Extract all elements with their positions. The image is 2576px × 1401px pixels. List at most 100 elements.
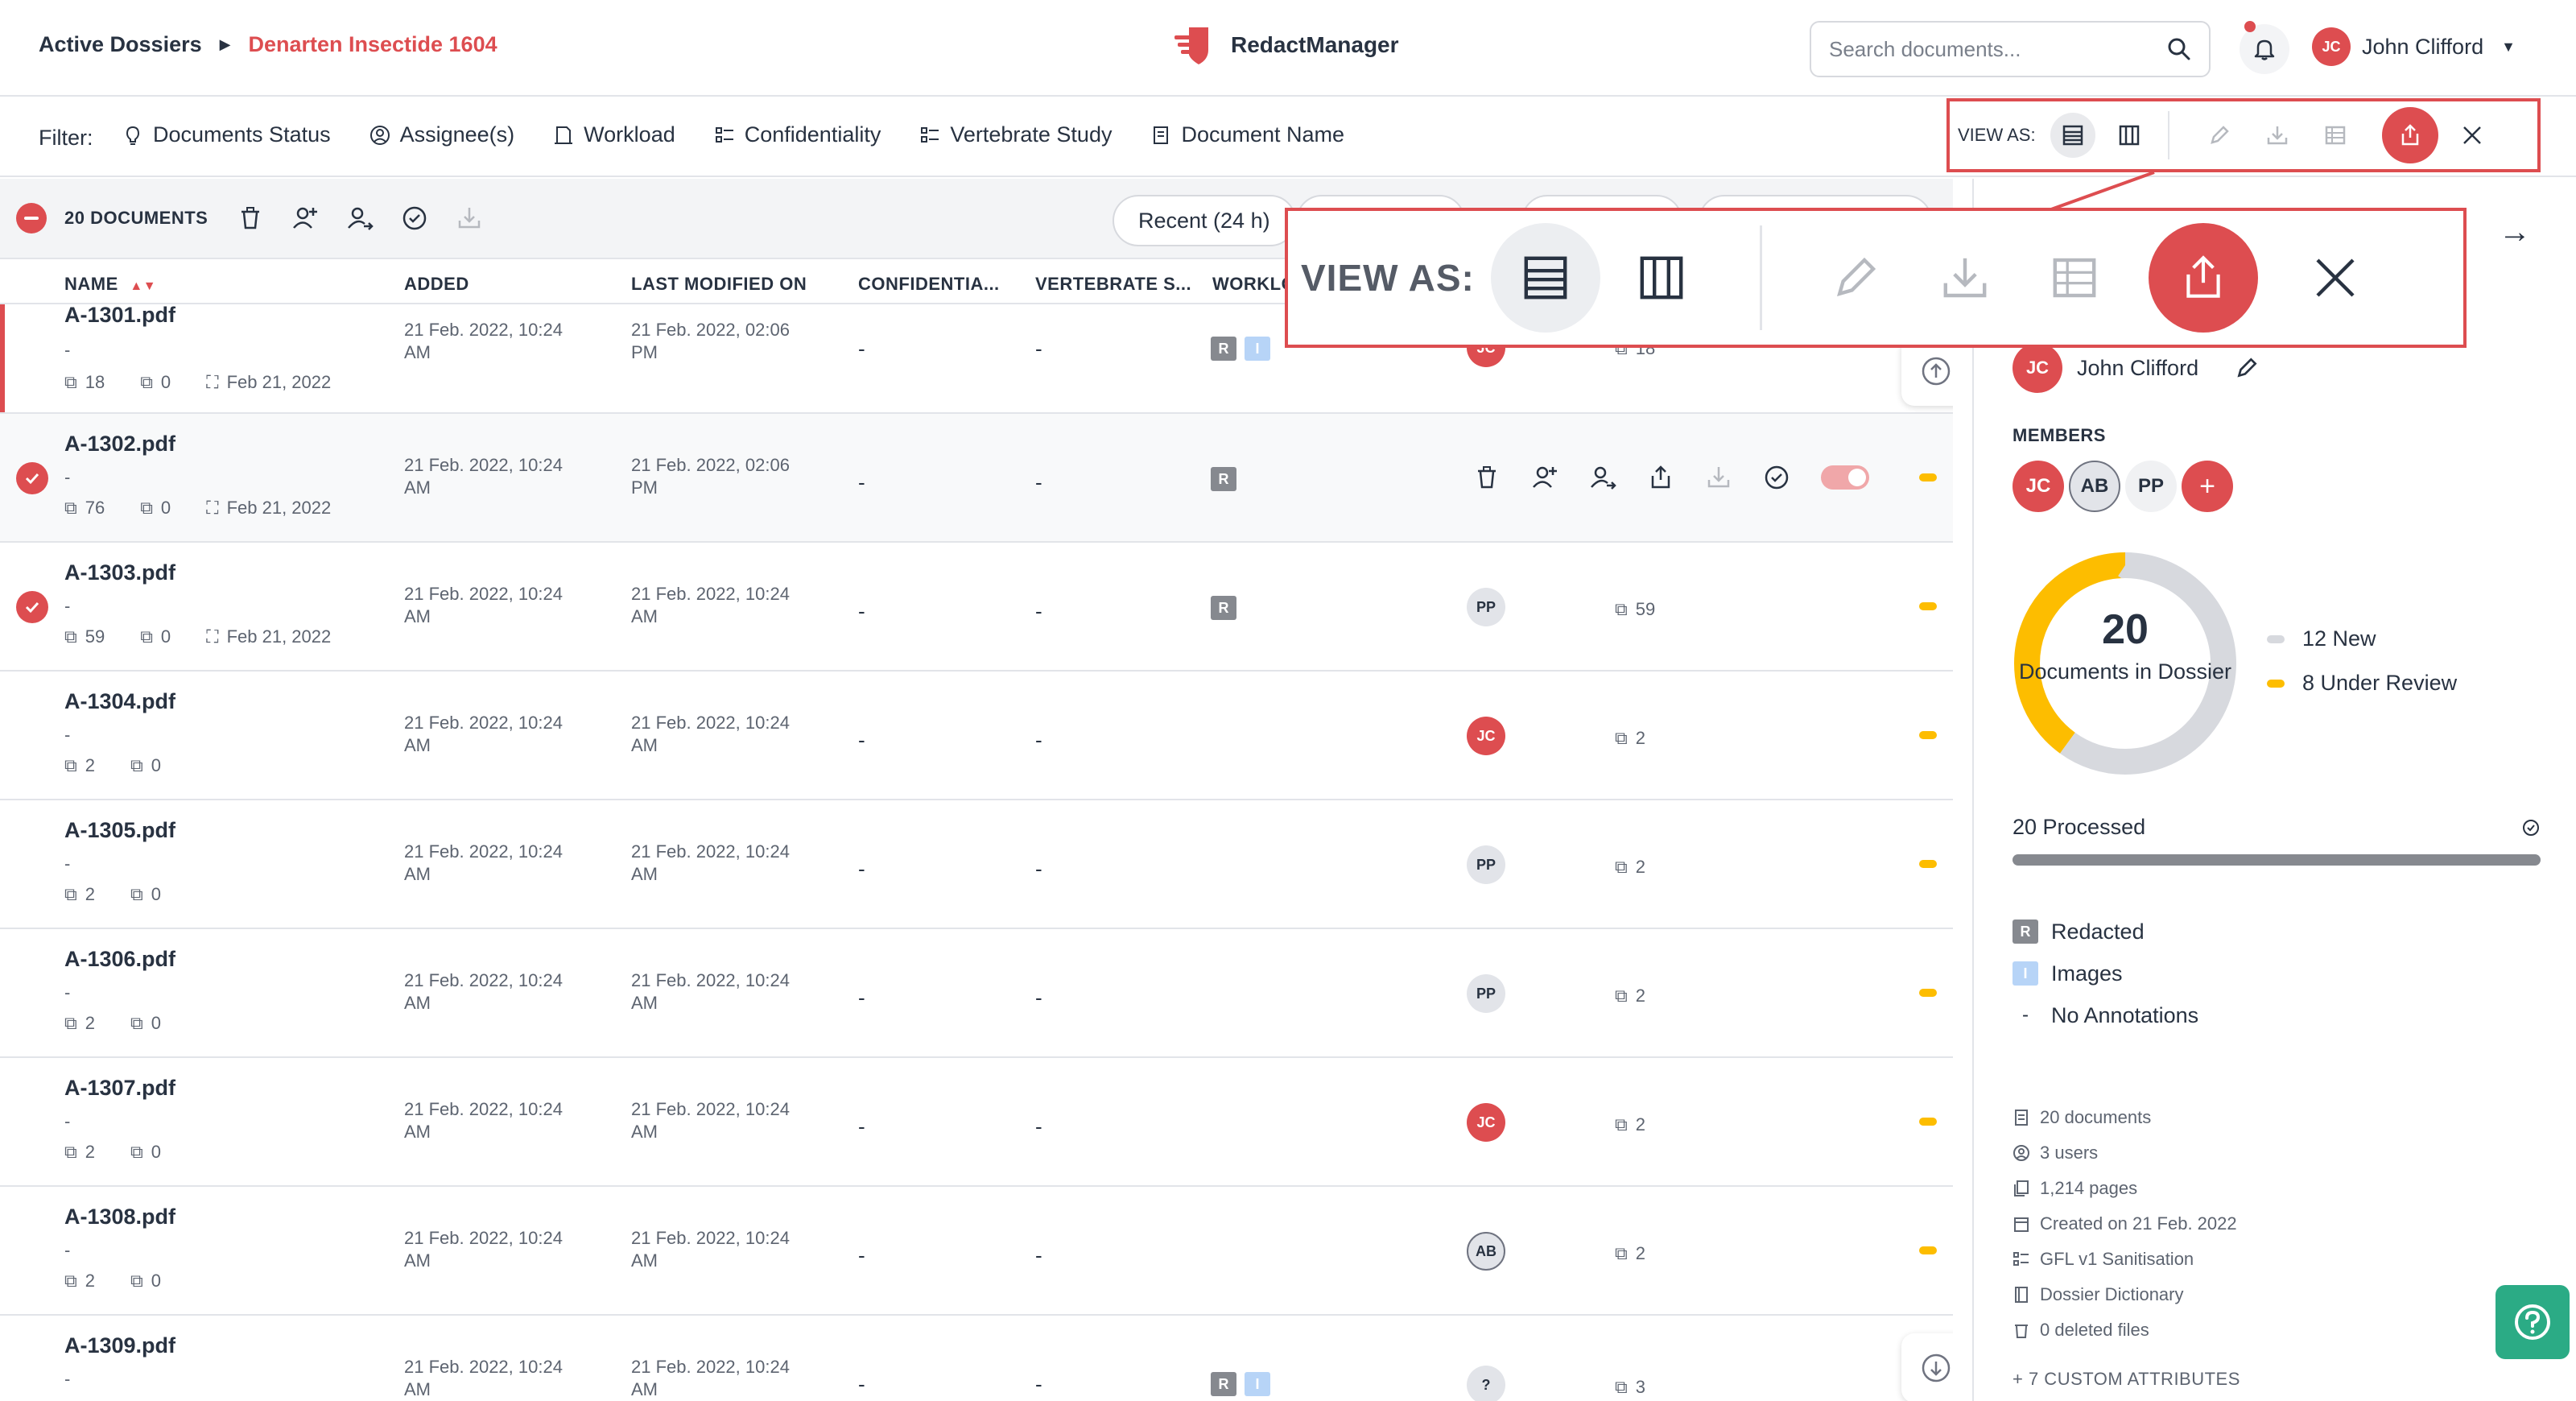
pages-icon: ⧉ [64, 1013, 77, 1033]
column-workload[interactable]: WORKLO [1212, 274, 1295, 295]
vertebrate-value: - [1035, 1114, 1042, 1139]
donut-legend: 12 New 8 Under Review [2267, 626, 2457, 715]
modified-date: 21 Feb. 2022, 10:24 AM [631, 1357, 790, 1399]
table-row[interactable]: A-1304.pdf - ⧉ 2 ⧉ 0 21 Feb. 2022, 10:24 A… [0, 672, 1953, 800]
status-indicator [1919, 1118, 1937, 1126]
dossier-stats: 20 documents 3 users 1,214 pages Created… [2013, 1100, 2237, 1348]
custom-attributes-link[interactable]: + 7 CUSTOM ATTRIBUTES [2013, 1369, 2240, 1390]
total-documents-label: Documents in Dossier [2018, 659, 2232, 684]
add-member-button[interactable]: + [2182, 461, 2233, 512]
pages-icon: ⧉ [1615, 1114, 1628, 1134]
row-marker [0, 304, 5, 412]
member-avatar[interactable]: PP [2125, 461, 2177, 512]
trash-icon[interactable] [1473, 464, 1501, 491]
scroll-to-bottom-button[interactable] [1901, 1333, 1953, 1401]
documents-table: A-1301.pdf - ⧉ 18 ⧉ 0 ⛶ Feb 21, 2022 21 Feb… [0, 303, 1953, 1401]
file-name[interactable]: A-1303.pdf [64, 560, 175, 585]
book-icon [2015, 1287, 2028, 1303]
callout-export-button[interactable] [2148, 223, 2258, 333]
table-row[interactable]: A-1303.pdf - ⧉ 59 ⧉ 0 ⛶ Feb 21, 2022 21 Feb… [0, 543, 1953, 672]
assign-user-icon[interactable] [1531, 464, 1558, 491]
row-checkbox[interactable] [16, 462, 48, 494]
files-icon: ⧉ [130, 1271, 143, 1291]
exclude-toggle[interactable] [1821, 465, 1869, 490]
stat-deleted-files[interactable]: 0 deleted files [2013, 1312, 2237, 1348]
pages-icon: ⧉ [1615, 986, 1628, 1006]
file-name[interactable]: A-1308.pdf [64, 1205, 175, 1229]
assignee-avatar[interactable]: PP [1467, 845, 1505, 884]
stat-dictionary[interactable]: Dossier Dictionary [2013, 1277, 2237, 1312]
no-annotation-mark: - [2022, 1004, 2029, 1026]
callout-list-view-button[interactable] [1490, 223, 1600, 333]
assignee-avatar[interactable]: PP [1467, 588, 1505, 626]
stat-template: GFL v1 Sanitisation [2013, 1242, 2237, 1277]
pages-icon: ⧉ [1615, 1377, 1628, 1397]
help-button[interactable] [2496, 1285, 2570, 1359]
vertebrate-value: - [1035, 728, 1042, 752]
column-added[interactable]: ADDED [404, 274, 469, 295]
file-name[interactable]: A-1306.pdf [64, 947, 175, 972]
member-avatar[interactable]: JC [2013, 461, 2064, 512]
table-row[interactable]: A-1305.pdf - ⧉ 2 ⧉ 0 21 Feb. 2022, 10:24 A… [0, 800, 1953, 929]
vertebrate-value: - [1035, 470, 1042, 494]
column-vertebrate-study[interactable]: VERTEBRATE S... [1035, 274, 1191, 295]
file-name[interactable]: A-1309.pdf [64, 1333, 175, 1358]
table-row[interactable]: A-1309.pdf - 21 Feb. 2022, 10:24 AM 21 F… [0, 1316, 1953, 1401]
legend-item-under-review[interactable]: 8 Under Review [2267, 671, 2457, 696]
callout-close-button[interactable] [2281, 223, 2390, 333]
download-icon[interactable] [1705, 464, 1732, 491]
assignee-avatar[interactable]: JC [1467, 717, 1505, 755]
added-date: 21 Feb. 2022, 10:24 AM [404, 970, 563, 1013]
assignee-avatar[interactable]: JC [1467, 1103, 1505, 1142]
file-name[interactable]: A-1307.pdf [64, 1076, 175, 1101]
assignee-avatar[interactable]: AB [1467, 1232, 1505, 1271]
legend-item-new[interactable]: 12 New [2267, 626, 2457, 651]
added-date: 21 Feb. 2022, 10:24 AM [404, 713, 563, 755]
member-avatar[interactable]: AB [2069, 461, 2120, 512]
table-row[interactable]: A-1302.pdf - ⧉ 76 ⧉ 0 ⛶ Feb 21, 2022 21 Feb… [0, 414, 1953, 543]
added-date: 21 Feb. 2022, 10:24 AM [404, 1099, 563, 1142]
table-row[interactable]: A-1307.pdf - ⧉ 2 ⧉ 0 21 Feb. 2022, 10:24 A… [0, 1058, 1953, 1187]
modified-date: 21 Feb. 2022, 10:24 AM [631, 970, 790, 1013]
callout-board-view-button[interactable] [1607, 223, 1716, 333]
confidentiality-value: - [858, 337, 865, 361]
row-checkbox[interactable] [16, 591, 48, 623]
files-icon: ⧉ [140, 626, 153, 647]
table-row[interactable]: A-1306.pdf - ⧉ 2 ⧉ 0 21 Feb. 2022, 10:24 A… [0, 929, 1953, 1058]
file-stats: ⧉ 59 ⧉ 0 ⛶ Feb 21, 2022 [64, 626, 332, 647]
file-name[interactable]: A-1304.pdf [64, 689, 175, 714]
callout-edit-button[interactable] [1801, 223, 1910, 333]
confidentiality-value: - [858, 986, 865, 1010]
assign-to-me-icon[interactable] [1589, 464, 1616, 491]
vertebrate-value: - [1035, 337, 1042, 361]
pages-icon: ⧉ [64, 498, 77, 518]
assignee-avatar[interactable]: ? [1467, 1366, 1505, 1401]
vertebrate-value: - [1035, 857, 1042, 881]
callout-download-button[interactable] [1910, 223, 2020, 333]
file-name[interactable]: A-1305.pdf [64, 818, 175, 843]
images-badge: I [1245, 337, 1270, 361]
file-subtitle: - [64, 467, 71, 487]
pencil-icon[interactable] [2234, 355, 2260, 381]
redacted-badge: R [1211, 1372, 1236, 1396]
approve-icon[interactable] [1763, 464, 1790, 491]
images-badge: I [1245, 1372, 1270, 1396]
status-indicator [1919, 473, 1937, 481]
annotation-none: - No Annotations [2013, 1002, 2198, 1029]
callout-report-button[interactable] [2020, 223, 2129, 333]
stat-documents: 20 documents [2013, 1100, 2237, 1135]
status-indicator [1919, 1246, 1937, 1254]
legend-swatch [2267, 679, 2285, 688]
pages-icon: ⧉ [1615, 728, 1628, 748]
confidentiality-value: - [858, 1372, 865, 1396]
column-name[interactable]: NAME ▲▼ [64, 274, 156, 295]
table-row[interactable]: A-1308.pdf - ⧉ 2 ⧉ 0 21 Feb. 2022, 10:24 A… [0, 1187, 1953, 1316]
upload-icon[interactable] [1647, 464, 1674, 491]
assignee-avatar[interactable]: PP [1467, 974, 1505, 1013]
column-confidentiality[interactable]: CONFIDENTIA... [858, 274, 1000, 295]
document-icon [2015, 1110, 2028, 1126]
column-last-modified[interactable]: LAST MODIFIED ON [631, 274, 807, 295]
file-stats: ⧉ 2 ⧉ 0 [64, 884, 161, 904]
file-name[interactable]: A-1302.pdf [64, 432, 175, 457]
file-name[interactable]: A-1301.pdf [64, 303, 175, 328]
